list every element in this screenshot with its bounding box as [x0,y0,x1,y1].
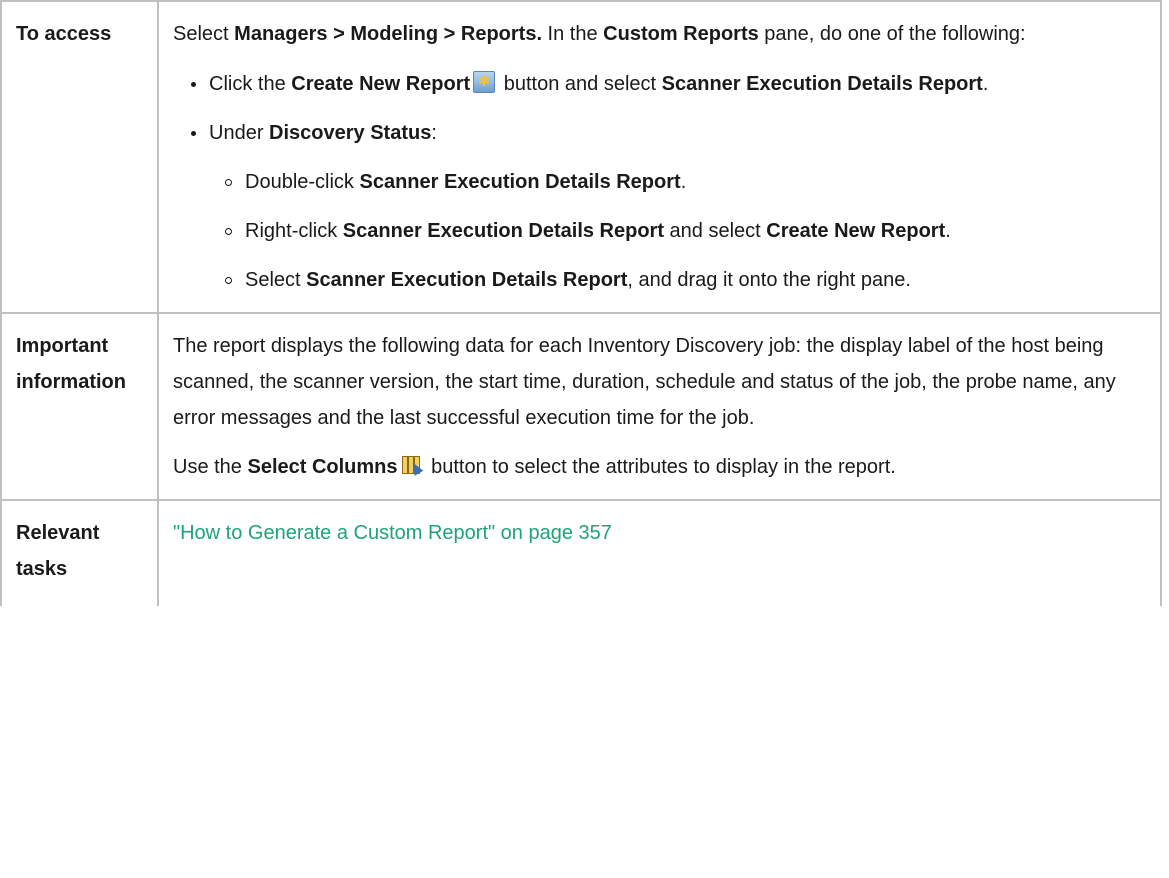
text: Click the [209,73,292,95]
report-name: Scanner Execution Details Report [342,220,664,242]
create-new-report-icon [473,71,496,93]
info-table: To access Select Managers > Modeling > R… [0,0,1162,606]
report-name: Scanner Execution Details Report [359,171,681,193]
row-content-relevant-tasks: "How to Generate a Custom Report" on pag… [157,499,1162,606]
row-label-to-access: To access [0,0,159,314]
select-columns-paragraph: Use the Select Columns button to select … [173,449,1142,485]
text: button and select [498,73,662,95]
text: button to select the attributes to displ… [425,456,896,478]
row-relevant-tasks: Relevant tasks "How to Generate a Custom… [0,499,1162,606]
sub-list-item: Double-click Scanner Execution Details R… [209,164,1142,200]
list-item: Click the Create New Report button and s… [173,66,1142,102]
text: Use the [173,456,248,478]
text: Under [209,122,270,144]
custom-report-link[interactable]: "How to Generate a Custom Report" on pag… [173,522,612,544]
important-paragraph: The report displays the following data f… [173,335,1116,429]
sub-list-item: Select Scanner Execution Details Report,… [209,262,1142,298]
section-name: Discovery Status [269,122,432,144]
row-to-access: To access Select Managers > Modeling > R… [0,0,1162,314]
pane-name: Custom Reports [603,23,759,45]
menu-path: Managers > Modeling > Reports. [234,23,542,45]
select-columns-icon [401,454,423,476]
button-name: Create New Report [291,73,471,95]
sub-list-item: Right-click Scanner Execution Details Re… [209,213,1142,249]
text: . [680,171,687,193]
text: and select [664,220,767,242]
access-intro: Select Managers > Modeling > Reports. In… [173,16,1142,52]
text: : [431,122,437,144]
text: In the [542,23,604,45]
text: pane, do one of the following: [758,23,1026,45]
row-content-to-access: Select Managers > Modeling > Reports. In… [157,0,1162,314]
report-name: Scanner Execution Details Report [306,269,628,291]
row-label-important-information: Important information [0,312,159,501]
text: . [982,73,989,95]
access-options-list: Click the Create New Report button and s… [173,66,1142,298]
text: Select [245,269,307,291]
row-content-important-information: The report displays the following data f… [157,312,1162,501]
text: . [945,220,951,242]
row-important-information: Important information The report display… [0,312,1162,501]
button-name: Select Columns [247,456,398,478]
discovery-status-options-list: Double-click Scanner Execution Details R… [209,164,1142,298]
text: Double-click [245,171,360,193]
text: Select [173,23,235,45]
list-item: Under Discovery Status: Double-click Sca… [173,115,1142,298]
report-name: Scanner Execution Details Report [661,73,983,95]
text: Right-click [245,220,343,242]
text: , and drag it onto the right pane. [627,269,911,291]
row-label-relevant-tasks: Relevant tasks [0,499,159,606]
menu-command: Create New Report [766,220,946,242]
